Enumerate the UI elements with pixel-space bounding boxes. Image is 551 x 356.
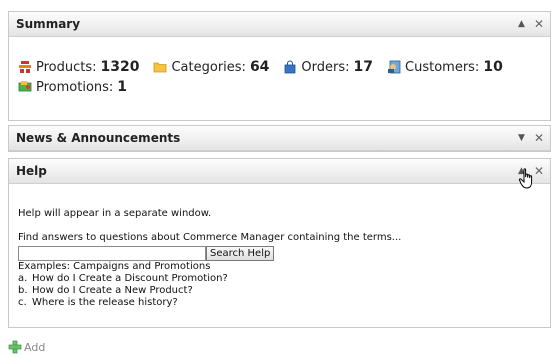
summary-panel-header[interactable]: Summary ▲ ✕ [9,12,550,37]
stat-products-value: 1320 [100,59,140,75]
add-label: Add [24,340,46,354]
shopping-bag-icon [285,60,296,74]
help-panel-header[interactable]: Help ▲ ✕ [9,159,550,184]
stat-products[interactable]: Products: 1320 [18,59,139,75]
faq-link[interactable]: How do I Create a Discount Promotion? [32,273,228,285]
collapse-icon[interactable]: ▲ [518,166,525,176]
list-item[interactable]: c. Where is the release history? [18,297,550,309]
stat-categories[interactable]: Categories: 64 [153,59,269,75]
stat-orders[interactable]: Orders: 17 [283,59,373,75]
stat-customers[interactable]: Customers: 10 [387,59,503,75]
help-search-input[interactable] [18,246,206,261]
stat-promotions[interactable]: Promotions: 1 [18,79,127,95]
collapse-icon[interactable]: ▲ [518,19,525,29]
help-body: Help will appear in a separate window. F… [9,184,550,309]
faq-link[interactable]: Where is the release history? [32,297,178,309]
summary-panel: Summary ▲ ✕ Products: 1320 Categories: 6… [8,11,551,121]
faq-mark: c. [18,297,27,308]
help-intro: Help will appear in a separate window. [18,208,212,219]
stat-promotions-label: Promotions: [36,79,114,95]
folder-icon [154,62,167,73]
close-icon[interactable]: ✕ [534,18,544,30]
news-panel-header[interactable]: News & Announcements ▼ ✕ [9,126,550,151]
stat-customers-value: 10 [483,59,503,75]
faq-link[interactable]: How do I Create a New Product? [32,285,193,297]
customers-icon [388,60,401,74]
stat-categories-value: 64 [249,59,270,75]
close-icon[interactable]: ✕ [534,165,544,177]
list-item[interactable]: a. How do I Create a Discount Promotion? [18,273,550,285]
add-button[interactable]: Add [8,338,45,356]
help-examples-label: Examples: Campaigns and Promotions [18,261,211,272]
stat-orders-label: Orders: [301,59,350,75]
help-panel-title: Help [16,164,47,178]
news-panel-title: News & Announcements [16,131,181,145]
stat-customers-label: Customers: [405,59,480,75]
stat-promotions-value: 1 [117,79,128,95]
stat-products-label: Products: [36,59,97,75]
plus-icon [8,340,22,354]
promotions-icon [18,81,32,92]
summary-panel-title: Summary [16,17,81,31]
expand-icon[interactable]: ▼ [518,133,525,143]
stat-categories-label: Categories: [171,59,246,75]
faq-list: a. How do I Create a Discount Promotion?… [18,273,550,309]
help-find-text: Find answers to questions about Commerce… [18,232,402,243]
products-icon [19,61,31,73]
help-panel: Help ▲ ✕ Help will appear in a separate … [8,158,551,328]
faq-mark: b. [18,285,28,296]
news-panel: News & Announcements ▼ ✕ [8,125,551,152]
list-item[interactable]: b. How do I Create a New Product? [18,285,550,297]
summary-body: Products: 1320 Categories: 64 Orders: 17 [9,37,550,97]
stat-orders-value: 17 [353,59,374,75]
close-icon[interactable]: ✕ [534,132,544,144]
search-help-button[interactable]: Search Help [206,246,275,261]
faq-mark: a. [18,273,28,284]
